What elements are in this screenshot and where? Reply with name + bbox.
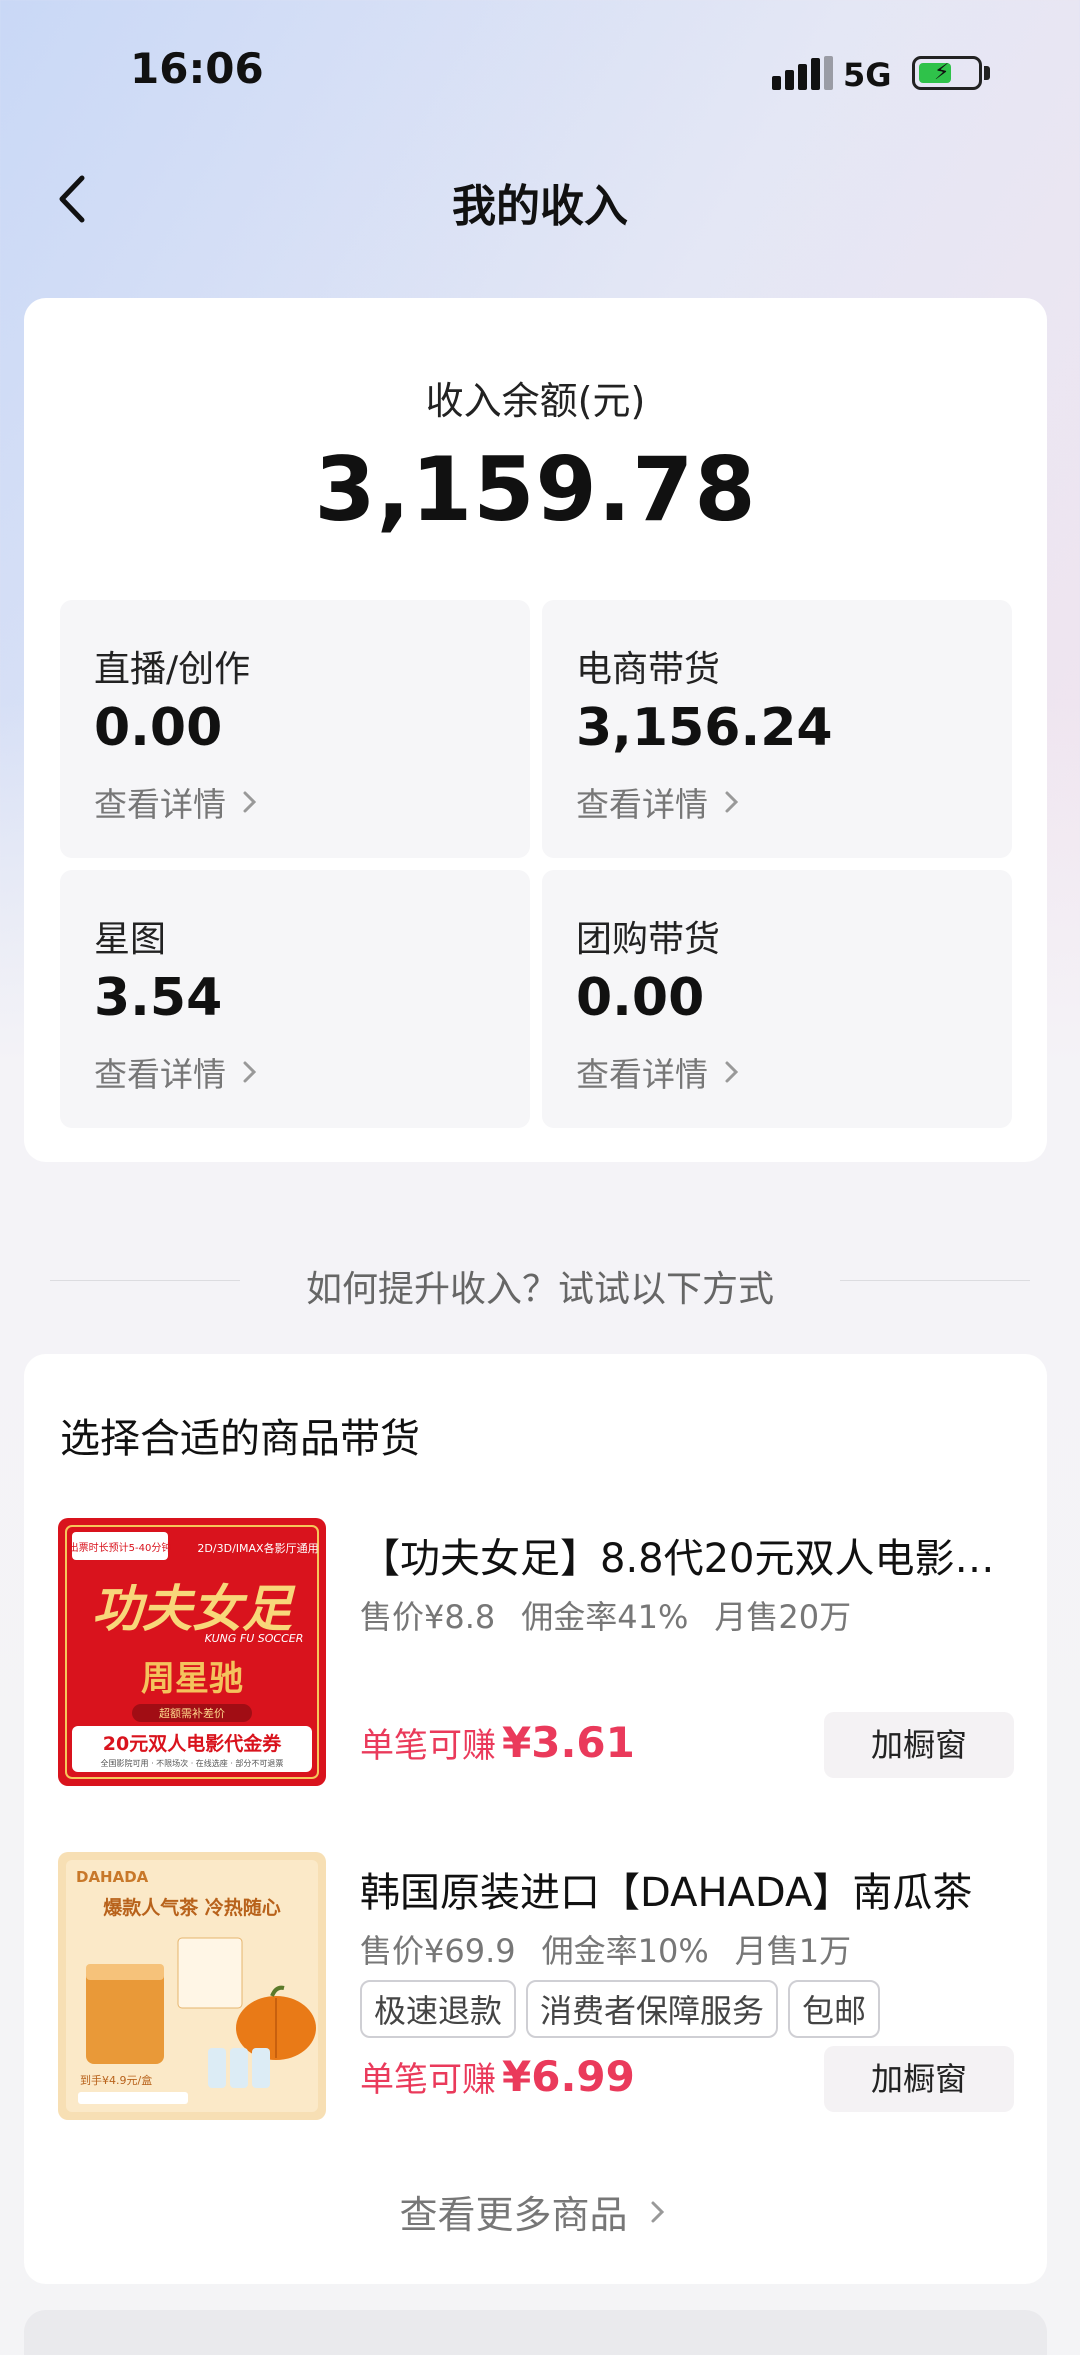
stat-value: 0.00: [576, 968, 705, 1028]
product-thumbnail: 出票时长预计5-40分钟 2D/3D/IMAX各影厅通用 功夫女足 KUNG F…: [58, 1518, 326, 1786]
battery-cap: [984, 66, 990, 80]
balance-amount: 3,159.78: [314, 438, 757, 541]
pumpkin-tea-image: DAHADA 爆款人气茶 冷热随心 到手¥4.9元/盒: [58, 1852, 326, 2120]
stat-value: 3.54: [94, 968, 223, 1028]
signal-icon: [772, 56, 834, 90]
earn-label: 单笔可赚: [360, 1726, 496, 1766]
product-thumbnail: DAHADA 爆款人气茶 冷热随心 到手¥4.9元/盒: [58, 1852, 326, 2120]
product-item[interactable]: DAHADA 爆款人气茶 冷热随心 到手¥4.9元/盒 韩国原装进口【DAHAD…: [24, 1852, 1047, 2122]
tag-fast-refund: 极速退款: [360, 1980, 517, 2038]
earn-per-sale: 单笔可赚 ¥3.61: [360, 1718, 635, 1767]
view-more-label: 查看更多商品: [399, 2193, 628, 2237]
view-details-link[interactable]: 查看详情: [94, 1048, 264, 1096]
svg-text:KUNG FU SOCCER: KUNG FU SOCCER: [205, 1632, 304, 1645]
stat-name: 电商带货: [576, 649, 721, 690]
stat-tile-live[interactable]: 直播/创作 0.00 查看详情: [60, 600, 530, 858]
view-details-label: 查看详情: [576, 1055, 708, 1094]
add-to-showcase-button[interactable]: 加橱窗: [824, 2046, 1014, 2112]
svg-text:到手¥4.9元/盒: 到手¥4.9元/盒: [80, 2073, 152, 2087]
product-meta: 售价¥69.9 佣金率10% 月售1万: [360, 1926, 851, 1972]
view-more-products-link[interactable]: 查看更多商品: [24, 2184, 1047, 2239]
svg-text:功夫女足: 功夫女足: [92, 1579, 296, 1638]
product-item[interactable]: 出票时长预计5-40分钟 2D/3D/IMAX各影厅通用 功夫女足 KUNG F…: [24, 1518, 1047, 1788]
battery-icon: ⚡: [912, 56, 982, 90]
svg-text:超额需补差价: 超额需补差价: [159, 1706, 225, 1720]
view-details-link[interactable]: 查看详情: [576, 1048, 746, 1096]
chevron-right-icon: [725, 1061, 739, 1083]
balance-card: 收入余额(元) 3,159.78 直播/创作 0.00 查看详情 电商带货 3,…: [24, 298, 1047, 1162]
product-title: 韩国原装进口【DAHADA】南瓜茶: [360, 1870, 973, 1916]
view-details-label: 查看详情: [576, 785, 708, 824]
chevron-right-icon: [725, 791, 739, 813]
chevron-right-icon: [243, 1061, 257, 1083]
balance-label: 收入余额(元): [425, 379, 646, 423]
view-details-link[interactable]: 查看详情: [576, 778, 746, 826]
chevron-right-icon: [243, 791, 257, 813]
stat-name: 星图: [94, 919, 167, 960]
tag-free-shipping: 包邮: [788, 1980, 881, 2038]
svg-text:20元双人电影代金券: 20元双人电影代金券: [103, 1732, 282, 1755]
stat-tile-group-buy[interactable]: 团购带货 0.00 查看详情: [542, 870, 1012, 1128]
svg-text:爆款人气茶 冷热随心: 爆款人气茶 冷热随心: [103, 1896, 281, 1919]
product-sales: 月售20万: [714, 1598, 852, 1636]
product-price: 售价¥69.9: [360, 1932, 516, 1970]
next-card-edge: [24, 2310, 1047, 2355]
earn-per-sale: 单笔可赚 ¥6.99: [360, 2052, 635, 2101]
product-sales: 月售1万: [734, 1932, 852, 1970]
tips-text: 如何提升收入？试试以下方式: [305, 1269, 774, 1310]
movie-voucher-image: 出票时长预计5-40分钟 2D/3D/IMAX各影厅通用 功夫女足 KUNG F…: [58, 1518, 326, 1786]
product-price: 售价¥8.8: [360, 1598, 496, 1636]
stat-value: 0.00: [94, 698, 223, 758]
section-title: 选择合适的商品带货: [60, 1416, 420, 1462]
product-card: 选择合适的商品带货 出票时长预计5-40分钟 2D/3D/IMAX各影厅通用 功…: [24, 1354, 1047, 2284]
product-meta: 售价¥8.8 佣金率41% 月售20万: [360, 1592, 851, 1638]
chevron-right-icon: [651, 2201, 664, 2222]
network-label: 5G: [843, 56, 892, 94]
page-title: 我的收入: [452, 181, 628, 232]
earn-label: 单笔可赚: [360, 2060, 496, 2100]
svg-text:周星驰: 周星驰: [141, 1659, 243, 1699]
svg-text:2D/3D/IMAX各影厅通用: 2D/3D/IMAX各影厅通用: [197, 1541, 318, 1555]
view-details-link[interactable]: 查看详情: [94, 778, 264, 826]
svg-text:出票时长预计5-40分钟: 出票时长预计5-40分钟: [69, 1541, 172, 1554]
view-details-label: 查看详情: [94, 785, 226, 824]
earn-amount: ¥3.61: [502, 1718, 635, 1767]
service-tags: 极速退款 消费者保障服务 包邮: [360, 1980, 881, 2038]
svg-text:全国影院可用 · 不限场次 · 在线选座 · 部分不可退票: 全国影院可用 · 不限场次 · 在线选座 · 部分不可退票: [101, 1758, 284, 1768]
product-commission: 佣金率41%: [521, 1598, 689, 1636]
add-to-showcase-button[interactable]: 加橱窗: [824, 1712, 1014, 1778]
product-title: 【功夫女足】8.8代20元双人电影代金券: [360, 1536, 1020, 1582]
status-time: 16:06: [130, 44, 264, 93]
stat-name: 直播/创作: [94, 649, 251, 690]
divider-line: [840, 1280, 1030, 1281]
tag-consumer-protection: 消费者保障服务: [526, 1980, 779, 2038]
svg-text:DAHADA: DAHADA: [76, 1868, 149, 1886]
stat-tile-ecommerce[interactable]: 电商带货 3,156.24 查看详情: [542, 600, 1012, 858]
stat-tile-xingtu[interactable]: 星图 3.54 查看详情: [60, 870, 530, 1128]
tips-divider: 如何提升收入？试试以下方式: [50, 1252, 1030, 1312]
earn-amount: ¥6.99: [502, 2052, 635, 2101]
status-bar: 16:06 5G ⚡: [0, 0, 1080, 150]
stat-name: 团购带货: [576, 919, 721, 960]
nav-bar: 我的收入: [0, 150, 1080, 250]
view-details-label: 查看详情: [94, 1055, 226, 1094]
stat-value: 3,156.24: [576, 698, 833, 758]
product-commission: 佣金率10%: [541, 1932, 709, 1970]
